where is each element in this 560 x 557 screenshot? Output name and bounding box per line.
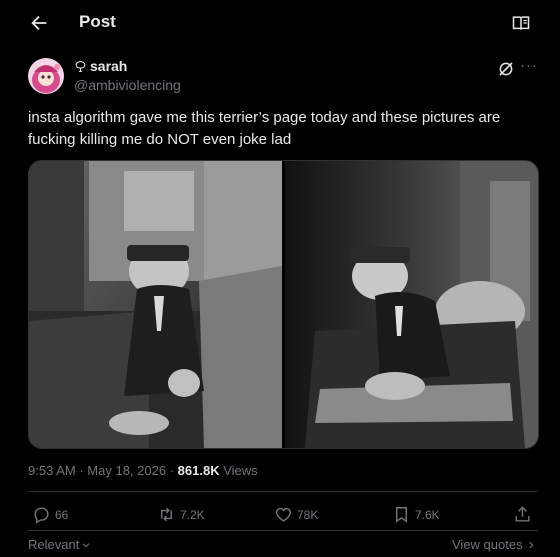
post-text: insta algorithm gave me this terrier’s p… xyxy=(28,109,501,148)
media-grid xyxy=(28,160,539,449)
like-count: 78K xyxy=(297,507,319,522)
meta-separator: · xyxy=(79,463,84,478)
bookmark-count: 7.6K xyxy=(415,507,440,522)
post-date[interactable]: May 18, 2026 xyxy=(87,463,166,478)
reply-sort-dropdown[interactable]: Relevant xyxy=(28,537,91,552)
page-title: Post xyxy=(79,12,116,31)
share-button[interactable] xyxy=(513,505,532,524)
view-quotes-label: View quotes xyxy=(452,537,523,552)
author-name-row[interactable]: sarah xyxy=(74,58,127,74)
views-label: Views xyxy=(223,463,258,478)
like-button[interactable]: 78K xyxy=(274,505,318,524)
reply-button[interactable]: 66 xyxy=(32,505,68,524)
reader-mode-icon[interactable] xyxy=(511,13,531,33)
top-bar: Post xyxy=(0,0,560,46)
arrow-left-icon[interactable] xyxy=(28,12,50,34)
reply-sort-label: Relevant xyxy=(28,537,80,552)
avatar[interactable] xyxy=(28,58,64,94)
author-handle[interactable]: @ambiviolencing xyxy=(74,77,181,93)
author-name: sarah xyxy=(90,58,128,74)
bookmark-icon xyxy=(396,507,407,523)
reply-count: 66 xyxy=(55,507,69,522)
chevron-right-icon xyxy=(528,541,533,548)
divider xyxy=(28,530,538,531)
post-meta: 9:53 AM · May 18, 2026 · 861.8K Views xyxy=(28,463,258,478)
share-icon xyxy=(515,506,530,522)
repost-icon xyxy=(161,507,172,522)
action-bar: 66 7.2K 78K 7.6K xyxy=(28,505,538,529)
photo-terrier-sofa[interactable] xyxy=(29,161,282,448)
meta-separator: · xyxy=(169,463,175,478)
heart-icon xyxy=(275,507,292,522)
bookmark-button[interactable]: 7.6K xyxy=(392,505,440,524)
grok-glyph-icon xyxy=(75,60,86,72)
views-count: 861.8K xyxy=(177,463,220,478)
repost-button[interactable]: 7.2K xyxy=(157,505,205,524)
more-options-icon[interactable]: ··· xyxy=(520,57,538,74)
photo-terrier-chair[interactable] xyxy=(285,161,538,448)
divider xyxy=(28,491,538,492)
grok-icon[interactable] xyxy=(497,60,515,78)
view-quotes-link[interactable]: View quotes xyxy=(452,537,536,552)
post-time[interactable]: 9:53 AM xyxy=(28,463,76,478)
repost-count: 7.2K xyxy=(180,507,205,522)
chevron-down-icon xyxy=(83,542,90,547)
reply-icon xyxy=(34,507,49,524)
